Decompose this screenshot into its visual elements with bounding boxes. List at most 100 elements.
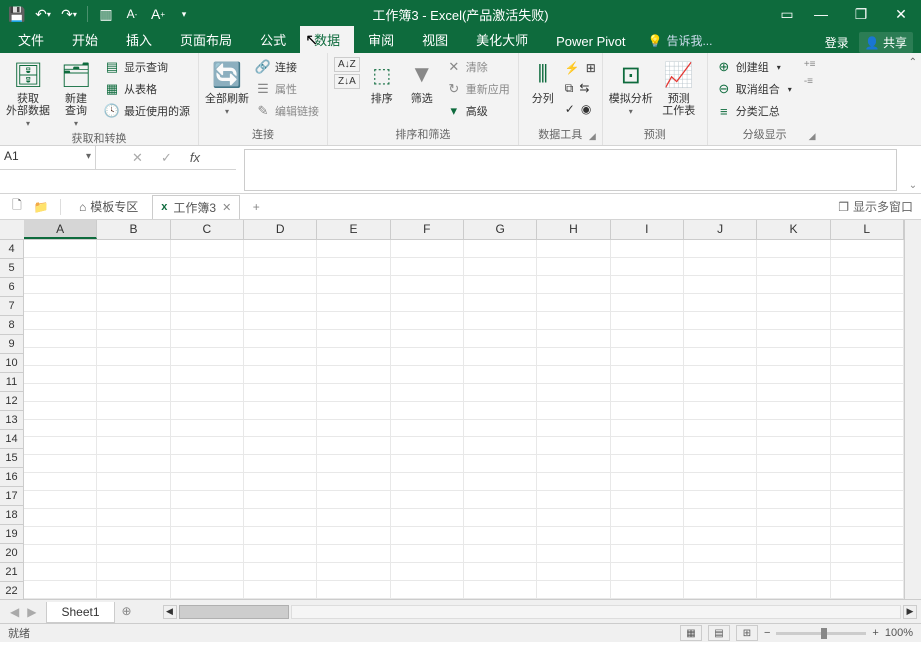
page-break-button[interactable]: ⊞ (736, 625, 758, 641)
cell[interactable] (757, 294, 830, 312)
undo-icon[interactable]: ↶▾ (32, 3, 54, 25)
cell[interactable] (831, 276, 904, 294)
edit-links-button[interactable]: ✎编辑链接 (253, 101, 321, 121)
template-zone-tab[interactable]: ⌂模板专区 (71, 195, 146, 218)
row-header[interactable]: 20 (0, 544, 23, 563)
cell[interactable] (97, 491, 170, 509)
cell[interactable] (24, 563, 97, 581)
sort-asc-button[interactable]: A↓Z (334, 57, 360, 72)
relationships-icon[interactable]: ⇆ (579, 81, 589, 96)
cell[interactable] (684, 420, 757, 438)
cell[interactable] (24, 384, 97, 402)
open-folder-icon[interactable]: 📁 (32, 198, 50, 216)
cell[interactable] (684, 527, 757, 545)
cell[interactable] (97, 563, 170, 581)
cell[interactable] (684, 330, 757, 348)
cell[interactable] (831, 581, 904, 599)
cell[interactable] (317, 420, 390, 438)
share-button[interactable]: 👤 共享 (859, 32, 913, 53)
tab-review[interactable]: 审阅 (354, 26, 408, 53)
cell[interactable] (464, 276, 537, 294)
cell[interactable] (611, 455, 684, 473)
row-header[interactable]: 16 (0, 468, 23, 487)
row-header[interactable]: 22 (0, 582, 23, 599)
cell[interactable] (464, 366, 537, 384)
cell[interactable] (171, 491, 244, 509)
cell[interactable] (171, 384, 244, 402)
font-increase-icon[interactable]: A+ (147, 3, 169, 25)
cell[interactable] (537, 330, 610, 348)
ungroup-button[interactable]: ⊖取消组合 ▾ (714, 79, 794, 99)
whatif-button[interactable]: ⊡ 模拟分析 ▾ (609, 57, 653, 116)
column-header[interactable]: H (537, 220, 610, 239)
cell[interactable] (24, 473, 97, 491)
cell[interactable] (684, 240, 757, 258)
expand-fx-icon[interactable]: ⌄ (909, 180, 917, 191)
cell[interactable] (171, 581, 244, 599)
cell[interactable] (97, 437, 170, 455)
refresh-all-button[interactable]: 🔄 全部刷新 ▾ (205, 57, 249, 116)
cell[interactable] (757, 545, 830, 563)
cell[interactable] (97, 330, 170, 348)
cell[interactable] (171, 437, 244, 455)
cell[interactable] (464, 330, 537, 348)
cell[interactable] (757, 240, 830, 258)
cell[interactable] (317, 527, 390, 545)
cell[interactable] (831, 294, 904, 312)
tab-file[interactable]: 文件 (4, 26, 58, 53)
manage-model-icon[interactable]: ◉ (581, 102, 591, 116)
cell[interactable] (684, 563, 757, 581)
scroll-left-icon[interactable]: ◀ (163, 605, 177, 619)
cell[interactable] (24, 276, 97, 294)
sort-button[interactable]: ⬚ 排序 (364, 57, 400, 105)
cell[interactable] (831, 545, 904, 563)
tab-page-layout[interactable]: 页面布局 (166, 26, 246, 53)
reapply-button[interactable]: ↻重新应用 (444, 79, 512, 99)
cell[interactable] (831, 420, 904, 438)
row-header[interactable]: 6 (0, 278, 23, 297)
cell[interactable] (171, 258, 244, 276)
cell[interactable] (611, 312, 684, 330)
row-header[interactable]: 7 (0, 297, 23, 316)
cell[interactable] (244, 473, 317, 491)
cell[interactable] (171, 527, 244, 545)
cell[interactable] (684, 366, 757, 384)
fx-icon[interactable]: fx (190, 150, 200, 165)
cell[interactable] (171, 240, 244, 258)
column-header[interactable]: C (171, 220, 244, 239)
cell[interactable] (684, 473, 757, 491)
cell[interactable] (391, 509, 464, 527)
cell[interactable] (317, 312, 390, 330)
sheet-tab[interactable]: Sheet1 (46, 602, 114, 623)
cell[interactable] (684, 437, 757, 455)
qat-more-icon[interactable]: ▾ (173, 3, 195, 25)
cell[interactable] (537, 545, 610, 563)
cell[interactable] (464, 581, 537, 599)
cell[interactable] (464, 384, 537, 402)
cell[interactable] (757, 563, 830, 581)
cell[interactable] (684, 348, 757, 366)
cell[interactable] (684, 545, 757, 563)
cell[interactable] (757, 581, 830, 599)
cell[interactable] (391, 473, 464, 491)
flash-fill-icon[interactable]: ⚡ (565, 61, 580, 75)
zoom-in-button[interactable]: + (872, 627, 878, 639)
cell[interactable] (464, 509, 537, 527)
add-sheet-button[interactable]: ⊕ (115, 599, 139, 623)
cell[interactable] (244, 437, 317, 455)
cell[interactable] (611, 366, 684, 384)
cell[interactable] (391, 312, 464, 330)
cell[interactable] (464, 258, 537, 276)
new-tab-button[interactable]: + (246, 197, 266, 217)
cell[interactable] (244, 294, 317, 312)
cell[interactable] (831, 258, 904, 276)
cell[interactable] (611, 384, 684, 402)
row-header[interactable]: 15 (0, 449, 23, 468)
cell[interactable] (684, 455, 757, 473)
cell[interactable] (831, 527, 904, 545)
cell[interactable] (831, 312, 904, 330)
cell[interactable] (24, 312, 97, 330)
cell[interactable] (757, 330, 830, 348)
cell[interactable] (464, 402, 537, 420)
cell[interactable] (537, 402, 610, 420)
